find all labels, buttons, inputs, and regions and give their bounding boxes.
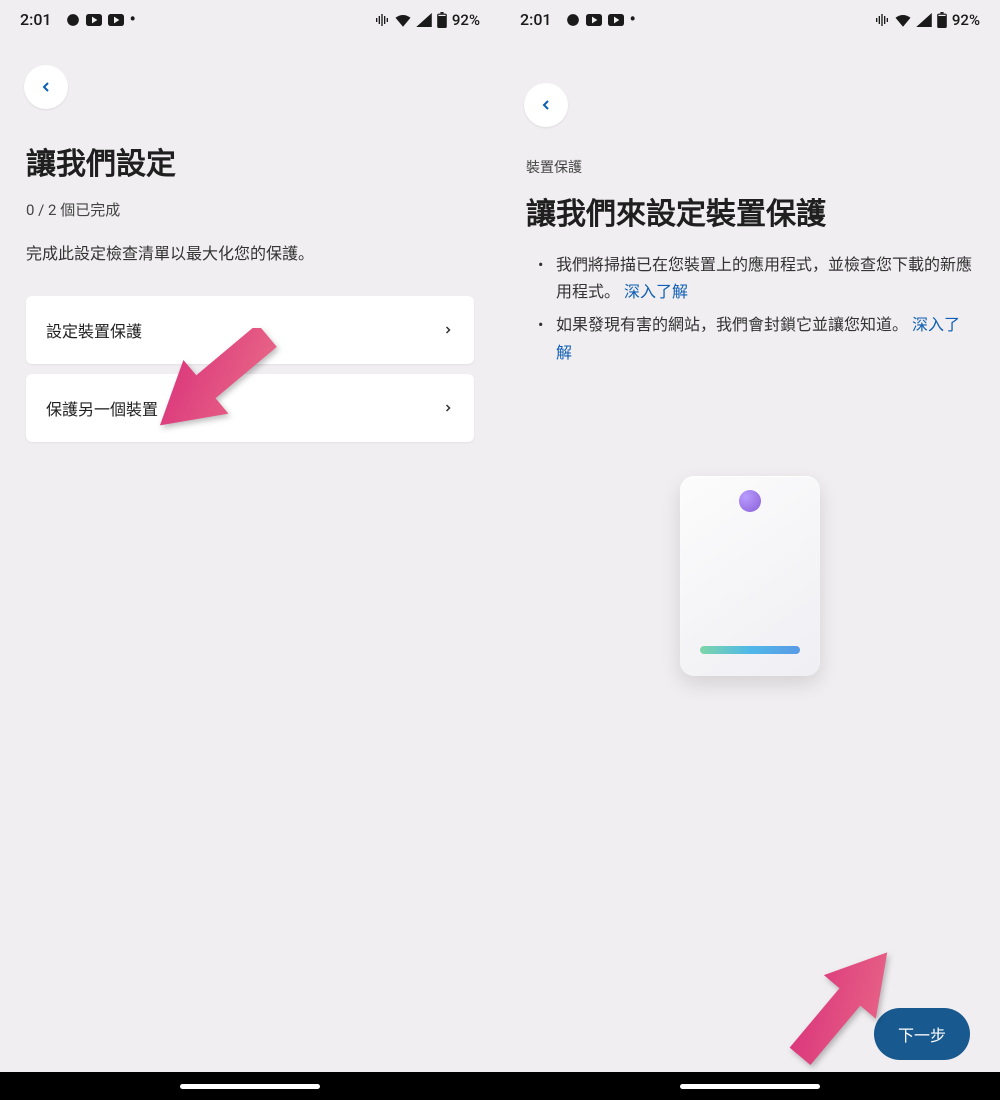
- nav-pill[interactable]: [180, 1084, 320, 1089]
- phone-screen-1: 2:01 • 92%: [0, 0, 500, 1100]
- signal-icon: [916, 13, 932, 27]
- nav-pill[interactable]: [680, 1084, 820, 1089]
- status-time: 2:01: [20, 10, 52, 29]
- chevron-right-icon: [442, 402, 454, 414]
- status-right: 92%: [874, 11, 980, 29]
- progress-text: 0 / 2 個已完成: [26, 199, 474, 220]
- protect-another-device-card[interactable]: 保護另一個裝置: [26, 374, 474, 442]
- bullet-text: 我們將掃描已在您裝置上的應用程式，並檢查您下載的新應用程式。: [556, 255, 972, 301]
- learn-more-link[interactable]: 深入了解: [624, 282, 688, 301]
- status-time: 2:01: [520, 10, 552, 29]
- more-indicator-icon: •: [630, 11, 636, 29]
- content-area: 讓我們設定 0 / 2 個已完成 完成此設定檢查清單以最大化您的保護。 設定裝置…: [0, 109, 500, 1072]
- content-area: 裝置保護 讓我們來設定裝置保護 我們將掃描已在您裝置上的應用程式，並檢查您下載的…: [500, 127, 1000, 1072]
- status-left: 2:01 •: [20, 10, 136, 29]
- eyebrow-text: 裝置保護: [526, 157, 974, 177]
- illustration-wrap: [526, 476, 974, 676]
- battery-text: 92%: [952, 11, 980, 29]
- card-label: 設定裝置保護: [46, 318, 142, 342]
- bullet-list: 我們將掃描已在您裝置上的應用程式，並檢查您下載的新應用程式。 深入了解 如果發現…: [526, 251, 974, 366]
- page-description: 完成此設定檢查清單以最大化您的保護。: [26, 242, 474, 266]
- chevron-right-icon: [442, 324, 454, 336]
- chevron-left-icon: [38, 79, 54, 95]
- illustration-ball: [739, 490, 761, 512]
- battery-text: 92%: [452, 11, 480, 29]
- more-indicator-icon: •: [130, 11, 136, 29]
- bullet-text: 如果發現有害的網站，我們會封鎖它並讓您知道。: [556, 315, 908, 334]
- card-label: 保護另一個裝置: [46, 396, 158, 420]
- youtube-icon: [86, 14, 102, 26]
- chevron-left-icon: [538, 97, 554, 113]
- vibrate-icon: [874, 12, 890, 28]
- wifi-icon: [894, 13, 912, 27]
- chat-icon: [566, 13, 580, 27]
- back-button[interactable]: [24, 65, 68, 109]
- youtube-icon: [608, 14, 624, 26]
- status-bar: 2:01 • 92%: [500, 0, 1000, 35]
- signal-icon: [416, 13, 432, 27]
- device-illustration: [680, 476, 820, 676]
- status-left: 2:01 •: [520, 10, 636, 29]
- page-title: 讓我們來設定裝置保護: [526, 189, 974, 233]
- nav-bar: [0, 1072, 500, 1100]
- setup-device-protection-card[interactable]: 設定裝置保護: [26, 296, 474, 364]
- next-button[interactable]: 下一步: [874, 1008, 970, 1060]
- next-button-label: 下一步: [898, 1026, 946, 1045]
- phone-screen-2: 2:01 • 92%: [500, 0, 1000, 1100]
- bullet-item: 如果發現有害的網站，我們會封鎖它並讓您知道。 深入了解: [534, 311, 974, 365]
- illustration-bar: [700, 646, 800, 654]
- bullet-item: 我們將掃描已在您裝置上的應用程式，並檢查您下載的新應用程式。 深入了解: [534, 251, 974, 305]
- chat-icon: [66, 13, 80, 27]
- page-title: 讓我們設定: [26, 139, 474, 183]
- wifi-icon: [394, 13, 412, 27]
- back-button[interactable]: [524, 83, 568, 127]
- battery-icon: [436, 12, 448, 28]
- battery-icon: [936, 12, 948, 28]
- vibrate-icon: [374, 12, 390, 28]
- nav-bar: [500, 1072, 1000, 1100]
- status-right: 92%: [374, 11, 480, 29]
- youtube-icon: [586, 14, 602, 26]
- status-bar: 2:01 • 92%: [0, 0, 500, 35]
- youtube-icon: [108, 14, 124, 26]
